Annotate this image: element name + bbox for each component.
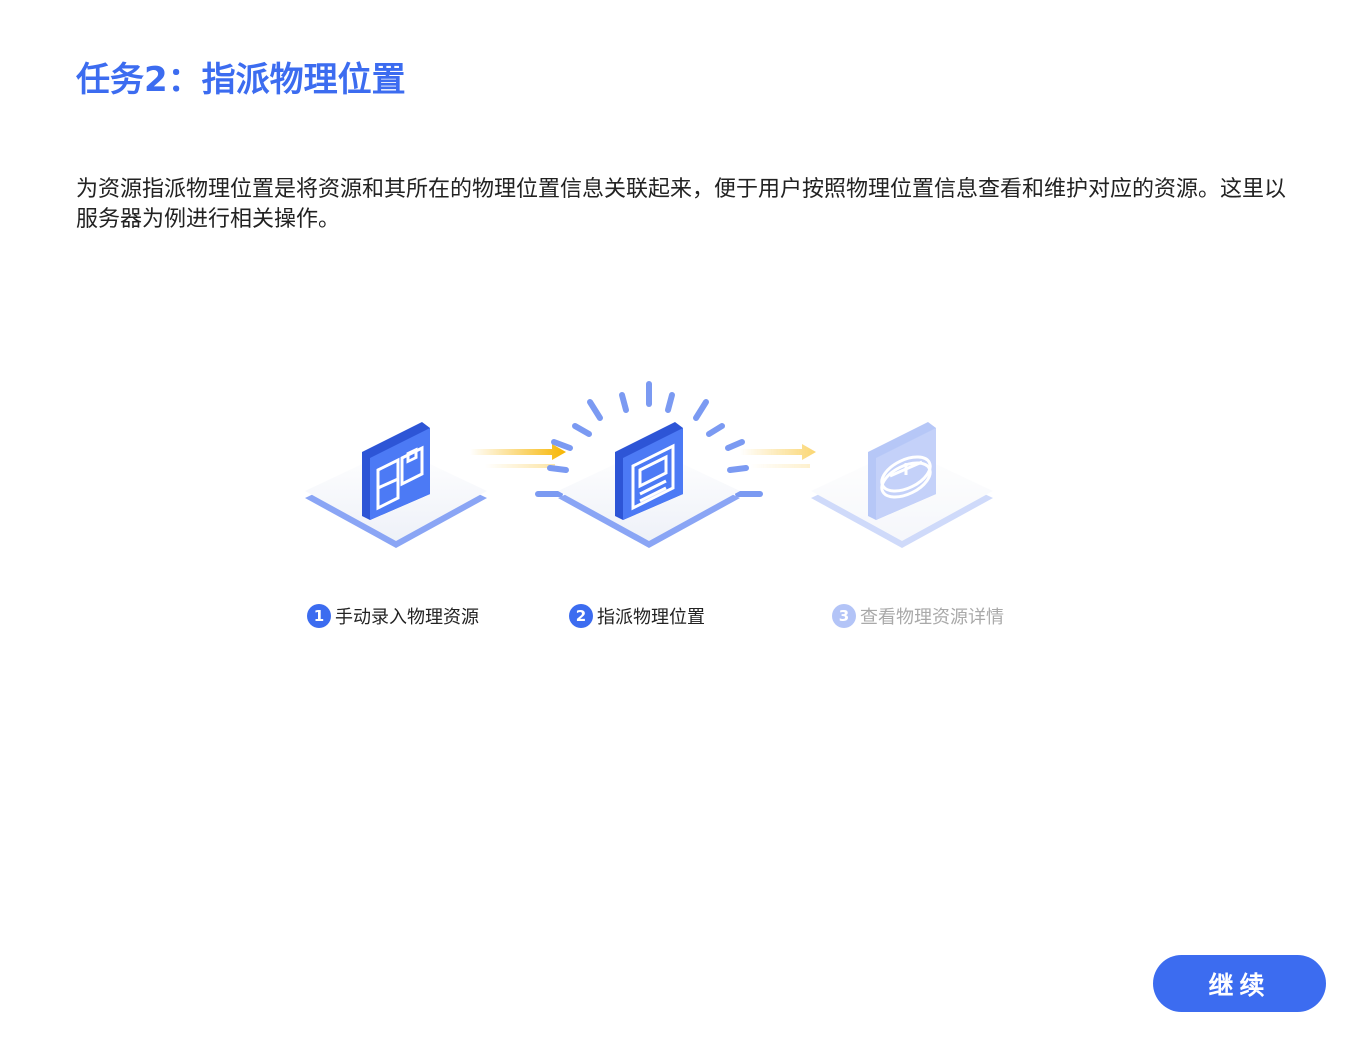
step-2-number-badge: 2 <box>569 604 593 628</box>
step-1-illustration <box>305 422 487 548</box>
step-2-text: 指派物理位置 <box>597 607 705 628</box>
step-2-illustration <box>535 381 763 548</box>
step-1-text: 手动录入物理资源 <box>335 607 479 628</box>
step-3-text: 查看物理资源详情 <box>860 607 1004 628</box>
arrow-1-to-2 <box>470 444 566 468</box>
page-title: 任务2：指派物理位置 <box>76 60 406 100</box>
arrow-2-to-3 <box>740 444 816 468</box>
step-3-label: 3 查看物理资源详情 <box>832 603 1004 629</box>
steps-illustration <box>305 381 993 548</box>
step-3-number-badge: 3 <box>832 604 856 628</box>
task-description: 为资源指派物理位置是将资源和其所在的物理位置信息关联起来，便于用户按照物理位置信… <box>76 177 1287 232</box>
page: 任务2：指派物理位置 为资源指派物理位置是将资源和其所在的物理位置信息关联起来，… <box>0 0 1366 1052</box>
step-1-label: 1 手动录入物理资源 <box>307 603 479 629</box>
step-2-label: 2 指派物理位置 <box>569 603 705 629</box>
step-3-illustration <box>811 422 993 548</box>
step-1-number-badge: 1 <box>307 604 331 628</box>
continue-button[interactable]: 继续 <box>1153 955 1326 1012</box>
